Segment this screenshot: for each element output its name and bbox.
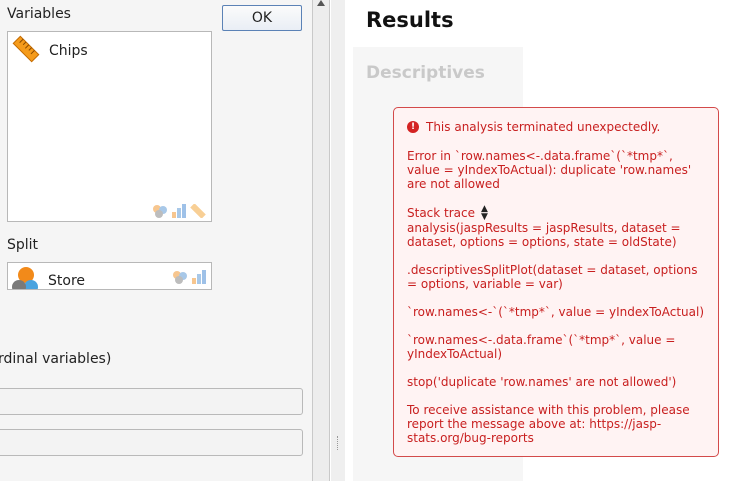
options-panel: Variables Chips OK Split Store rdinal va…: [0, 0, 312, 481]
stack-trace-line: stop('duplicate 'row.names' are not allo…: [407, 375, 677, 389]
stack-trace-label: Stack trace: [407, 206, 476, 220]
nominal-type-icon: [153, 205, 167, 218]
splitter-grip-icon[interactable]: [337, 436, 339, 450]
ordinal-type-icon: [172, 204, 186, 218]
variables-list[interactable]: Chips: [7, 31, 212, 222]
nominal-circles-icon: [10, 265, 40, 289]
ordinal-type-icon: [192, 270, 206, 284]
allowed-types-icons: [172, 270, 207, 284]
stack-trace-line: analysis(jaspResults = jaspResults, data…: [407, 221, 681, 249]
scroll-up-icon[interactable]: [317, 0, 325, 6]
results-pane: Results Descriptives ! This analysis ter…: [345, 0, 730, 481]
ordinal-variables-label: rdinal variables): [0, 351, 112, 367]
variable-name: Store: [48, 273, 86, 289]
scale-ruler-icon: [11, 34, 41, 68]
stack-trace-line: `row.names<-`(`*tmp*`, value = yIndexToA…: [407, 305, 705, 319]
variable-name: Chips: [49, 43, 88, 59]
error-header-text: This analysis terminated unexpectedly.: [426, 120, 661, 134]
options-scrollbar[interactable]: [312, 0, 330, 481]
expand-collapse-icon[interactable]: ▲ ▼: [481, 205, 488, 222]
error-icon: !: [407, 121, 419, 133]
ok-button[interactable]: OK: [222, 5, 302, 31]
error-message: Error in `row.names<-.data.frame`(`*tmp*…: [407, 149, 692, 191]
assistance-text: To receive assistance with this problem,…: [407, 403, 690, 445]
variables-label: Variables: [7, 6, 71, 22]
descriptives-title[interactable]: Descriptives: [366, 63, 485, 83]
stack-trace-line: `row.names<-.data.frame`(`*tmp*`, value …: [407, 333, 676, 361]
nominal-type-icon: [173, 271, 187, 284]
option-button-2[interactable]: [0, 429, 303, 456]
results-title: Results: [366, 8, 454, 32]
scale-type-icon: [190, 204, 206, 218]
error-message-box: ! This analysis terminated unexpectedly.…: [393, 107, 719, 457]
split-label: Split: [7, 237, 39, 253]
list-item[interactable]: Store: [10, 265, 86, 289]
error-header: ! This analysis terminated unexpectedly.: [407, 120, 660, 134]
panel-splitter[interactable]: [331, 0, 345, 481]
option-button-1[interactable]: [0, 388, 303, 415]
allowed-types-icons: [152, 204, 206, 218]
stack-trace-line: .descriptivesSplitPlot(dataset = dataset…: [407, 263, 698, 291]
list-item[interactable]: Chips: [11, 34, 88, 68]
split-variable-box[interactable]: Store: [7, 262, 212, 290]
stack-trace-row[interactable]: Stack trace ▲ ▼: [407, 205, 488, 222]
